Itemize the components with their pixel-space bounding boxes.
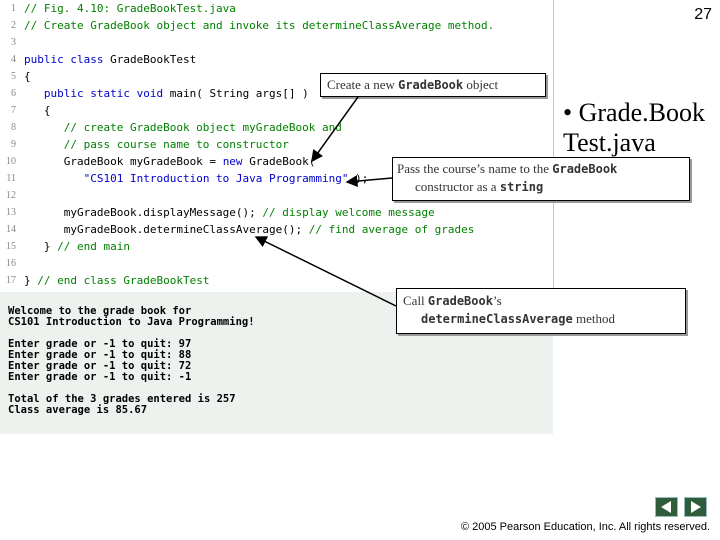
line-number: 9 bbox=[11, 139, 16, 150]
output-line: Enter grade or -1 to quit: -1 bbox=[8, 371, 192, 383]
right-arrow-icon bbox=[691, 501, 701, 513]
code-token: // find average of grades bbox=[308, 223, 475, 236]
callout-pass-code-1: GradeBook bbox=[552, 162, 618, 176]
code-token: { bbox=[24, 70, 31, 83]
code-line: 2 // Create GradeBook object and invoke i… bbox=[0, 17, 553, 34]
code-line: 16 bbox=[0, 255, 553, 272]
code-line: 14 myGradeBook.determineClassAverage(); … bbox=[0, 221, 553, 238]
slide-number: 27 bbox=[694, 6, 712, 23]
line-number: 13 bbox=[6, 207, 16, 218]
code-token: GradeBook myGradeBook = bbox=[24, 155, 223, 168]
code-token: } bbox=[24, 274, 38, 287]
code-token: // end class GradeBookTest bbox=[37, 274, 210, 287]
callout-call-text-2: method bbox=[572, 311, 615, 326]
code-line: 17} // end class GradeBookTest bbox=[0, 272, 553, 289]
code-text: } // end class GradeBookTest bbox=[24, 272, 209, 289]
code-token: public class bbox=[24, 53, 111, 66]
line-number: 8 bbox=[11, 122, 16, 133]
line-number: 4 bbox=[11, 54, 16, 65]
line-number: 1 bbox=[11, 3, 16, 14]
line-number: 15 bbox=[6, 241, 16, 252]
line-number: 16 bbox=[6, 258, 16, 269]
code-token: "CS101 Introduction to Java Programming" bbox=[83, 172, 349, 185]
code-line: 8 // create GradeBook object myGradeBook… bbox=[0, 119, 553, 136]
code-token: new bbox=[222, 155, 250, 168]
code-text: // Fig. 4.10: GradeBookTest.java bbox=[24, 0, 236, 17]
code-line: 1 // Fig. 4.10: GradeBookTest.java bbox=[0, 0, 553, 17]
code-token: GradeBookTest bbox=[110, 53, 197, 66]
code-token: // pass course name to constructor bbox=[24, 138, 289, 151]
line-number: 10 bbox=[6, 156, 16, 167]
code-line: 3 bbox=[0, 34, 553, 51]
callout-create-text-pre: Create a new bbox=[327, 77, 399, 92]
callout-create-code: GradeBook bbox=[398, 78, 464, 92]
line-number: 17 bbox=[6, 275, 16, 286]
code-listing: 1 // Fig. 4.10: GradeBookTest.java 2 // Cre… bbox=[0, 0, 554, 292]
callout-call-method: Call GradeBook’s determineClassAverage m… bbox=[396, 288, 686, 334]
code-token: // Fig. 4.10: GradeBookTest.java bbox=[24, 2, 236, 15]
code-text: // Create GradeBook object and invoke it… bbox=[24, 17, 494, 34]
code-token: public static void bbox=[43, 87, 170, 100]
code-text: myGradeBook.displayMessage(); // display… bbox=[24, 204, 435, 221]
code-text: // create GradeBook object myGradeBook a… bbox=[24, 119, 342, 136]
code-text: public static void main( String args[] ) bbox=[24, 85, 309, 102]
code-line: 4 public class GradeBookTest bbox=[0, 51, 553, 68]
line-number: 6 bbox=[11, 88, 16, 99]
callout-create-object: Create a new GradeBook object bbox=[320, 73, 546, 97]
code-token: } bbox=[24, 240, 58, 253]
code-token: ); bbox=[348, 172, 369, 185]
callout-pass-text-2: constructor as a bbox=[415, 179, 500, 194]
callout-pass-course-name: Pass the course’s name to the GradeBook … bbox=[392, 157, 690, 201]
code-text: { bbox=[24, 102, 51, 119]
callout-call-code-2: determineClassAverage bbox=[421, 312, 573, 326]
code-text: public class GradeBookTest bbox=[24, 51, 196, 68]
line-number: 11 bbox=[6, 173, 16, 184]
code-text: } // end main bbox=[24, 238, 130, 255]
line-number: 2 bbox=[11, 20, 16, 31]
left-arrow-icon bbox=[661, 501, 671, 513]
code-token: // display welcome message bbox=[262, 206, 435, 219]
code-line: 9 // pass course name to constructor bbox=[0, 136, 553, 153]
line-number: 12 bbox=[6, 190, 16, 201]
callout-call-text-1-post: ’s bbox=[492, 293, 502, 308]
callout-call-code-1: GradeBook bbox=[427, 294, 493, 308]
line-number: 3 bbox=[11, 37, 16, 48]
code-text: GradeBook myGradeBook = new GradeBook( bbox=[24, 153, 316, 170]
code-text: { bbox=[24, 68, 31, 85]
callout-create-text-post: object bbox=[463, 77, 499, 92]
code-token: GradeBook( bbox=[249, 155, 316, 168]
slide-bullet: • Grade.Book Test.java bbox=[563, 98, 705, 157]
next-slide-button[interactable] bbox=[684, 497, 707, 517]
code-text: // pass course name to constructor bbox=[24, 136, 289, 153]
code-token: main( String args[] ) bbox=[169, 87, 309, 100]
code-token: // create GradeBook object myGradeBook a… bbox=[24, 121, 342, 134]
code-token: myGradeBook.determineClassAverage(); bbox=[24, 223, 309, 236]
code-line: 7 { bbox=[0, 102, 553, 119]
previous-slide-button[interactable] bbox=[655, 497, 678, 517]
code-token: // end main bbox=[57, 240, 130, 253]
output-line: Class average is 85.67 bbox=[8, 404, 148, 416]
code-text: myGradeBook.determineClassAverage(); // … bbox=[24, 221, 475, 238]
output-line: CS101 Introduction to Java Programming! bbox=[8, 316, 255, 328]
code-line: 13 myGradeBook.displayMessage(); // disp… bbox=[0, 204, 553, 221]
line-number: 5 bbox=[11, 71, 16, 82]
code-token: myGradeBook.displayMessage(); bbox=[24, 206, 263, 219]
code-token: { bbox=[24, 104, 51, 117]
copyright-footer: © 2005 Pearson Education, Inc. All right… bbox=[460, 521, 710, 533]
callout-call-text-1: Call bbox=[403, 293, 428, 308]
callout-pass-code-2: string bbox=[499, 180, 544, 194]
line-number: 14 bbox=[6, 224, 16, 235]
callout-pass-text-1: Pass the course’s name to the bbox=[397, 161, 553, 176]
code-line: 15 } // end main bbox=[0, 238, 553, 255]
line-number: 7 bbox=[11, 105, 16, 116]
code-text: "CS101 Introduction to Java Programming"… bbox=[24, 170, 369, 187]
code-token: // Create GradeBook object and invoke it… bbox=[24, 19, 495, 32]
